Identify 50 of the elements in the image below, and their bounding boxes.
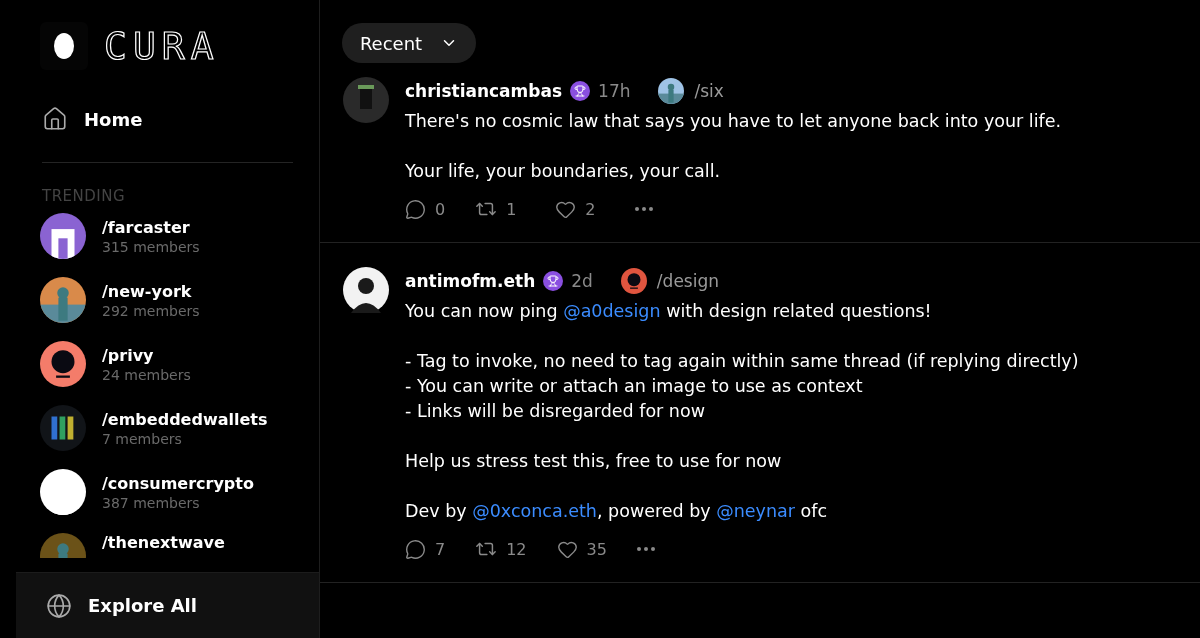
post-text: There's no cosmic law that says you have to let anyone back into your life. [405, 110, 1062, 133]
post-time: 17h [598, 81, 631, 101]
post-text: - Links will be disregarded for now [405, 400, 706, 423]
home-icon [42, 106, 68, 132]
author-name[interactable]: antimofm.eth [405, 271, 536, 291]
channel-link[interactable]: /new-york [102, 281, 200, 301]
channel-link[interactable]: /embeddedwallets [102, 409, 268, 429]
feed-filter-dropdown[interactable]: Recent [342, 23, 476, 63]
mention-link[interactable]: @neynar [716, 501, 795, 521]
channel-link[interactable]: /privy [102, 345, 191, 365]
channel-link[interactable]: /consumercrypto [102, 473, 254, 493]
more-button[interactable] [636, 547, 655, 551]
post-text: - Tag to invoke, no need to tag again within same thread (if replying directly) [405, 350, 1079, 373]
post-text: - You can write or attach an image to use as context [405, 375, 864, 398]
reply-button[interactable]: 0 [405, 198, 446, 220]
explore-all-link[interactable]: Explore All [16, 572, 319, 638]
speech-bubble-icon [405, 198, 426, 220]
logo-icon[interactable] [40, 22, 88, 70]
post-text: You can now ping @a0design with design related questions! [405, 300, 933, 323]
home-link[interactable]: Home [42, 106, 143, 132]
like-button[interactable]: 2 [555, 198, 606, 220]
post-text: Help us stress test this, free to use for now [405, 450, 783, 473]
channel-link[interactable]: /farcaster [102, 217, 200, 237]
more-button[interactable] [635, 207, 654, 211]
mention-link[interactable]: @0xconca.eth [472, 501, 597, 521]
globe-icon [46, 592, 72, 619]
logo-wordmark: CURA [104, 23, 220, 70]
like-button[interactable]: 35 [556, 538, 607, 560]
channel-link[interactable]: /design [620, 268, 719, 294]
recast-button[interactable]: 12 [475, 538, 527, 560]
speech-bubble-icon [405, 538, 426, 560]
channel-link[interactable]: /six [658, 78, 724, 104]
trophy-badge-icon [570, 81, 591, 101]
post-time: 2d [571, 271, 593, 291]
more-icon [636, 547, 655, 551]
post-text: Dev by @0xconca.eth, powered by @neynar ofc [405, 500, 829, 523]
member-count: 387 members [102, 494, 201, 511]
recast-button[interactable]: 1 [475, 198, 526, 220]
more-icon [635, 207, 654, 211]
section-heading: TRENDING [42, 187, 127, 205]
member-count: 315 members [102, 238, 200, 255]
member-count: 7 members [102, 430, 183, 447]
post-text: Your life, your boundaries, your call. [405, 160, 722, 183]
mention-link[interactable]: @a0design [563, 301, 661, 321]
channel-link[interactable]: /thenextwave [102, 533, 225, 552]
author-name[interactable]: christiancambas [405, 81, 563, 101]
member-count: 292 members [102, 302, 200, 319]
reply-button[interactable]: 7 [405, 538, 446, 560]
trophy-badge-icon [543, 271, 564, 291]
member-count: 24 members [102, 366, 191, 383]
